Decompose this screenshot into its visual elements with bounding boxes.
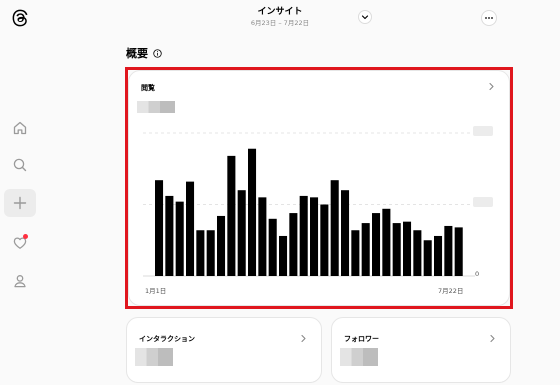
x-axis-end-label: 7月22日 (438, 287, 464, 295)
interactions-label: インタラクション (139, 335, 195, 343)
date-range: 6月23日 – 7月22日 (250, 19, 310, 27)
chart-bar[interactable] (320, 204, 329, 277)
chart-bar[interactable] (175, 201, 184, 276)
chart-bar[interactable] (423, 240, 432, 276)
chart-bar[interactable] (268, 218, 277, 276)
chart-bar[interactable] (186, 181, 195, 276)
chart-bar[interactable] (330, 180, 339, 276)
views-card[interactable]: 閲覧 0 1月1日 7月22日 (128, 70, 510, 306)
chart-bar[interactable] (196, 230, 205, 276)
chevron-right-icon (490, 334, 495, 343)
plus-icon (13, 196, 27, 210)
home-icon (13, 121, 27, 135)
chart-bar[interactable] (361, 223, 370, 276)
y-tick-zero: 0 (475, 270, 480, 278)
chart-bar[interactable] (258, 197, 267, 276)
nav-home[interactable] (4, 114, 36, 142)
views-bar-chart (143, 132, 475, 277)
y-tick-blurred (473, 197, 493, 207)
chart-bar[interactable] (155, 180, 164, 276)
followers-count-blurred (340, 348, 378, 366)
chart-bar[interactable] (217, 215, 226, 276)
more-options-button[interactable] (481, 10, 497, 26)
page-title: インサイト (257, 7, 303, 17)
y-tick-blurred (473, 126, 493, 136)
info-icon[interactable] (153, 48, 162, 58)
chart-bar[interactable] (444, 225, 453, 276)
interactions-card[interactable]: インタラクション (126, 317, 322, 383)
chart-bar[interactable] (248, 148, 257, 276)
chart-bar[interactable] (289, 213, 298, 276)
chart-bar[interactable] (403, 221, 412, 276)
chart-bar[interactable] (382, 208, 391, 276)
chart-bar[interactable] (413, 230, 422, 276)
nav-activity[interactable] (4, 229, 36, 257)
chart-bar[interactable] (279, 235, 288, 276)
overview-heading: 概要 (126, 45, 162, 61)
chart-bar[interactable] (299, 195, 308, 276)
more-icon (485, 17, 493, 19)
chevron-down-icon (361, 15, 369, 20)
page-header: インサイト 6月23日 – 7月22日 (0, 6, 560, 28)
chart-bar[interactable] (310, 197, 319, 276)
interactions-count-blurred (135, 348, 173, 366)
followers-card[interactable]: フォロワー (331, 317, 511, 383)
chart-bar[interactable] (351, 230, 360, 276)
profile-icon (14, 275, 26, 288)
date-range-dropdown[interactable] (358, 10, 372, 24)
chart-bar[interactable] (237, 190, 246, 276)
chart-bar[interactable] (165, 195, 174, 276)
chart-bar[interactable] (454, 227, 463, 276)
nav-profile[interactable] (4, 267, 36, 295)
x-axis-start-label: 1月1日 (145, 287, 167, 295)
chart-bar[interactable] (227, 155, 236, 276)
chart-bar[interactable] (341, 190, 350, 276)
notification-dot (23, 234, 28, 239)
chevron-right-icon (301, 334, 306, 343)
followers-label: フォロワー (344, 335, 379, 343)
overview-title: 概要 (126, 47, 148, 60)
nav-create[interactable] (4, 189, 36, 217)
chart-bar[interactable] (372, 213, 381, 276)
chart-bar[interactable] (206, 230, 215, 276)
chart-bar[interactable] (434, 235, 443, 276)
nav-search[interactable] (4, 151, 36, 179)
search-icon (13, 158, 27, 172)
chart-bar[interactable] (392, 223, 401, 276)
